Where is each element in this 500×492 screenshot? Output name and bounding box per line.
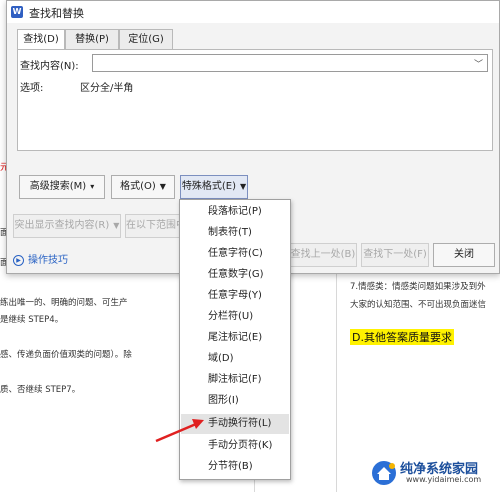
advanced-search-button[interactable]: 高级搜索(M) ▾ <box>19 175 105 199</box>
special-format-menu: 段落标记(P) 制表符(T) 任意字符(C) 任意数字(G) 任意字母(Y) 分… <box>179 199 291 480</box>
find-next-button[interactable]: 查找下一处(F) <box>361 243 429 267</box>
close-button[interactable]: 关闭 <box>433 243 495 267</box>
menu-item-field[interactable]: 域(D) <box>181 349 289 369</box>
format-button[interactable]: 格式(O) ▼ <box>111 175 175 199</box>
tab-find[interactable]: 查找(D) <box>17 29 65 50</box>
menu-item-footnote-mark[interactable]: 脚注标记(F) <box>181 370 289 390</box>
chevron-down-icon[interactable]: ﹀ <box>474 57 483 70</box>
menu-item-section-break[interactable]: 分节符(B) <box>181 457 289 477</box>
find-previous-button[interactable]: 查找上一处(B) <box>289 243 357 267</box>
doc-line: 7.情感类：情感类问题如果涉及到外 <box>350 282 486 292</box>
highlighted-text: D.其他答案质量要求 <box>350 329 454 345</box>
house-logo-icon <box>372 461 396 485</box>
find-label: 查找内容(N): <box>20 61 79 72</box>
tab-replace[interactable]: 替换(P) <box>65 29 119 49</box>
find-input[interactable]: ﹀ <box>92 54 488 72</box>
menu-item-paragraph-mark[interactable]: 段落标记(P) <box>181 202 289 222</box>
doc-line: 质、否继续 STEP7。 <box>0 385 81 395</box>
menu-item-column-break[interactable]: 分栏符(U) <box>181 307 289 327</box>
double-chevron-icon: ▾ <box>90 182 95 191</box>
menu-item-tab-char[interactable]: 制表符(T) <box>181 223 289 243</box>
special-format-button[interactable]: 特殊格式(E) ▼ <box>180 175 248 199</box>
dialog-titlebar[interactable]: W 查找和替换 <box>7 1 499 23</box>
menu-item-graphic[interactable]: 图形(I) <box>181 391 289 411</box>
doc-line: 是继续 STEP4。 <box>0 315 64 325</box>
dropdown-arrow-icon: ▼ <box>239 182 247 191</box>
menu-item-any-digit[interactable]: 任意数字(G) <box>181 265 289 285</box>
menu-item-any-letter[interactable]: 任意字母(Y) <box>181 286 289 306</box>
doc-line: 大家的认知范围、不可出现负面迷信 <box>350 300 487 310</box>
tab-goto[interactable]: 定位(G) <box>119 29 173 49</box>
tips-label: 操作技巧 <box>28 255 68 266</box>
menu-item-endnote-mark[interactable]: 尾注标记(E) <box>181 328 289 348</box>
menu-item-manual-page-break[interactable]: 手动分页符(K) <box>181 436 289 456</box>
dropdown-arrow-icon: ▼ <box>113 221 120 230</box>
highlight-results-label: 突出显示查找内容(R) <box>14 220 110 231</box>
doc-line: 感、传递负面价值观类的问题）。除 <box>0 350 132 360</box>
wps-writer-icon: W <box>11 6 23 18</box>
options-label: 选项: <box>20 83 44 94</box>
tips-link[interactable]: ▶ 操作技巧 <box>13 251 68 266</box>
play-circle-icon: ▶ <box>13 254 24 266</box>
highlight-results-button[interactable]: 突出显示查找内容(R) ▼ <box>13 214 121 238</box>
find-panel: 查找内容(N): ﹀ 选项: 区分全/半角 <box>17 49 493 151</box>
options-value: 区分全/半角 <box>80 83 134 94</box>
find-in-button[interactable]: 在以下范围中 <box>125 214 186 238</box>
doc-line: 练出唯一的、明确的问题、可生产 <box>0 298 128 308</box>
menu-item-any-char[interactable]: 任意字符(C) <box>181 244 289 264</box>
advanced-search-label: 高级搜索(M) <box>29 181 87 192</box>
dialog-title: 查找和替换 <box>29 7 84 20</box>
find-in-label: 在以下范围中 <box>126 220 186 231</box>
special-format-label: 特殊格式(E) <box>181 181 236 192</box>
watermark-logo: 纯净系统家园 www.yidaimei.com <box>370 458 495 488</box>
watermark-url: www.yidaimei.com <box>406 475 482 484</box>
format-label: 格式(O) <box>120 181 156 192</box>
dropdown-arrow-icon: ▼ <box>159 182 166 191</box>
menu-item-manual-line-break[interactable]: 手动换行符(L) <box>181 414 289 434</box>
